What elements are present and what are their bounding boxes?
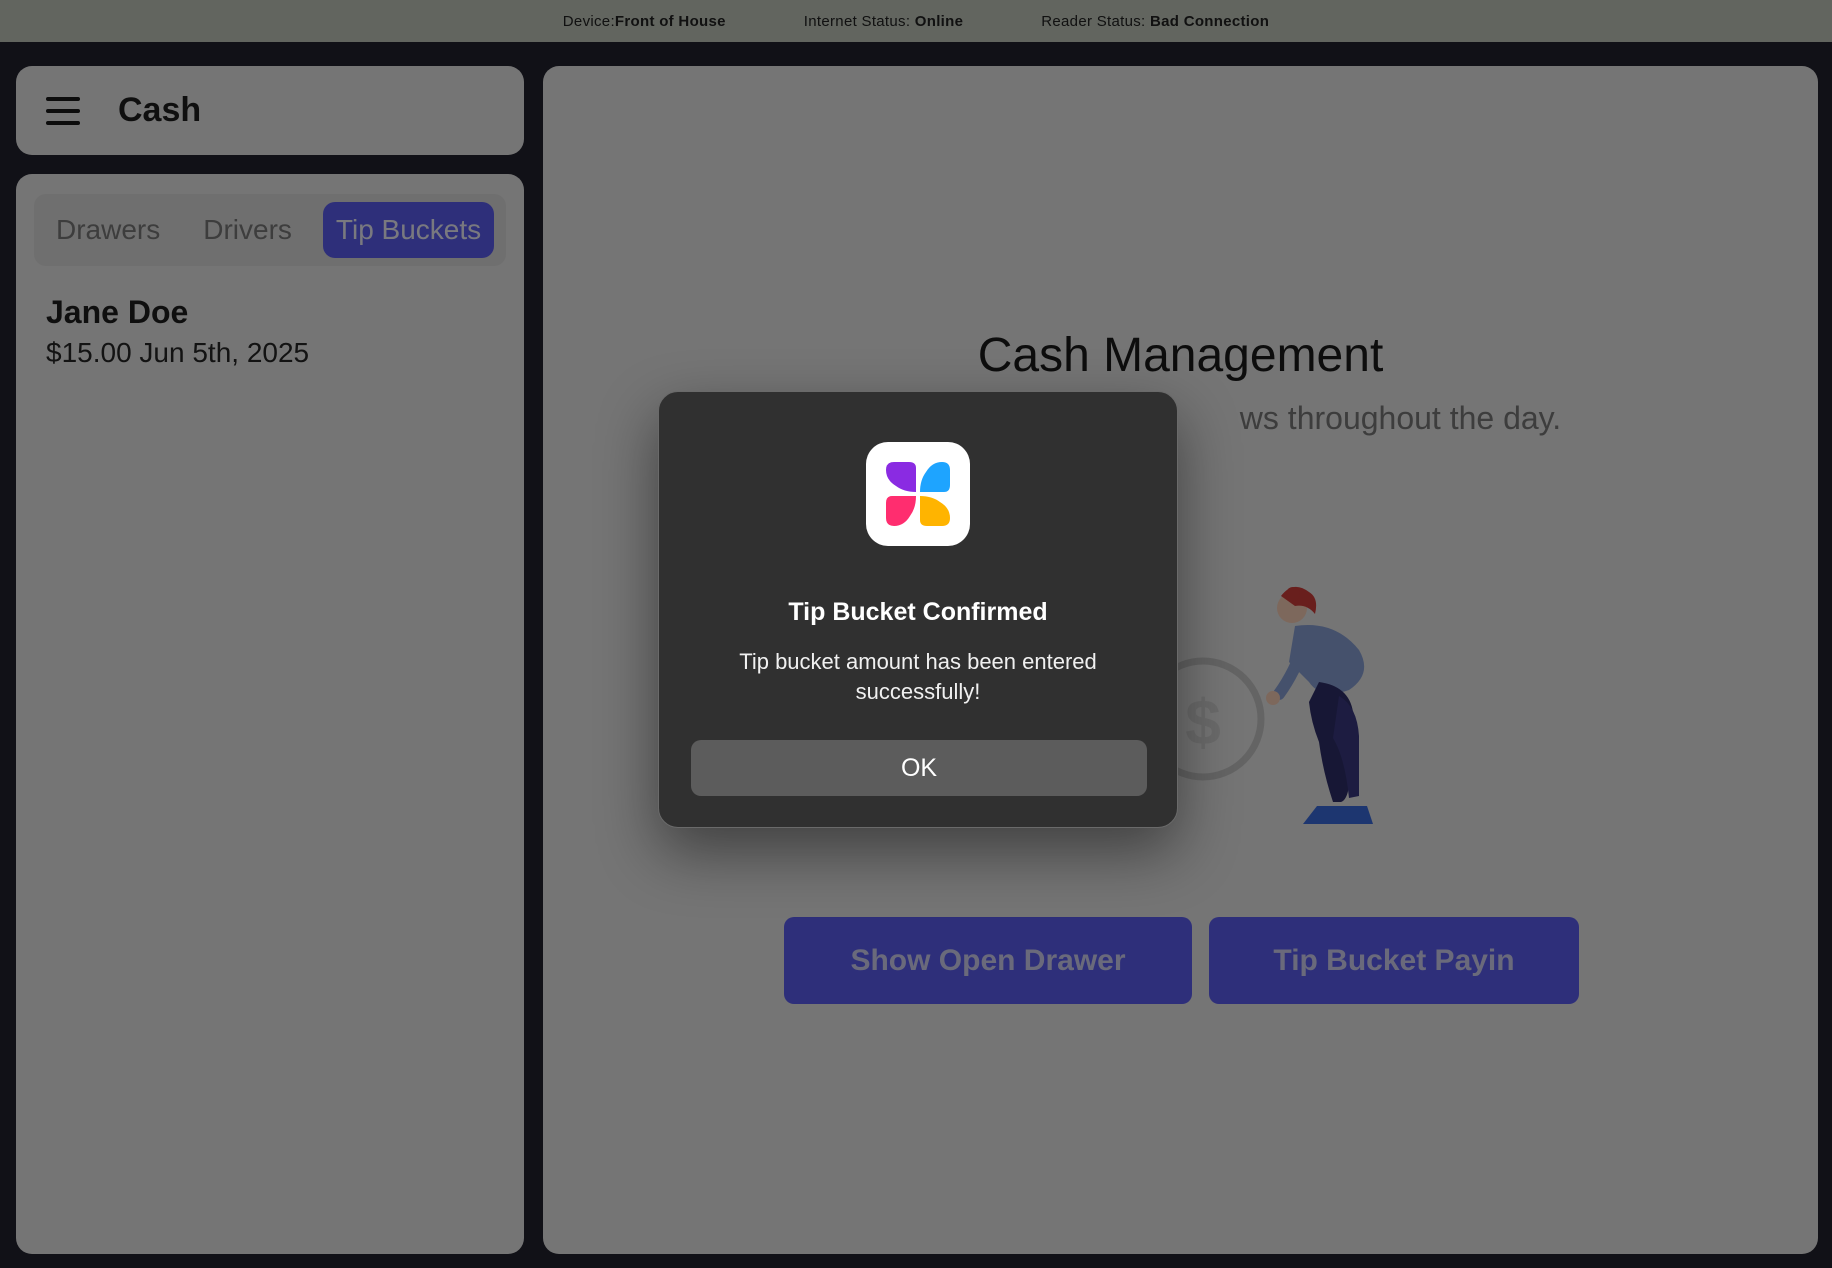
dialog-title: Tip Bucket Confirmed (788, 598, 1048, 626)
ok-button[interactable]: OK (691, 740, 1147, 796)
app-logo-glyph (886, 462, 950, 526)
dialog-message: Tip bucket amount has been entered succe… (739, 649, 1097, 704)
confirmation-dialog: Tip Bucket Confirmed Tip bucket amount h… (658, 391, 1178, 828)
app-logo-icon (866, 442, 970, 546)
